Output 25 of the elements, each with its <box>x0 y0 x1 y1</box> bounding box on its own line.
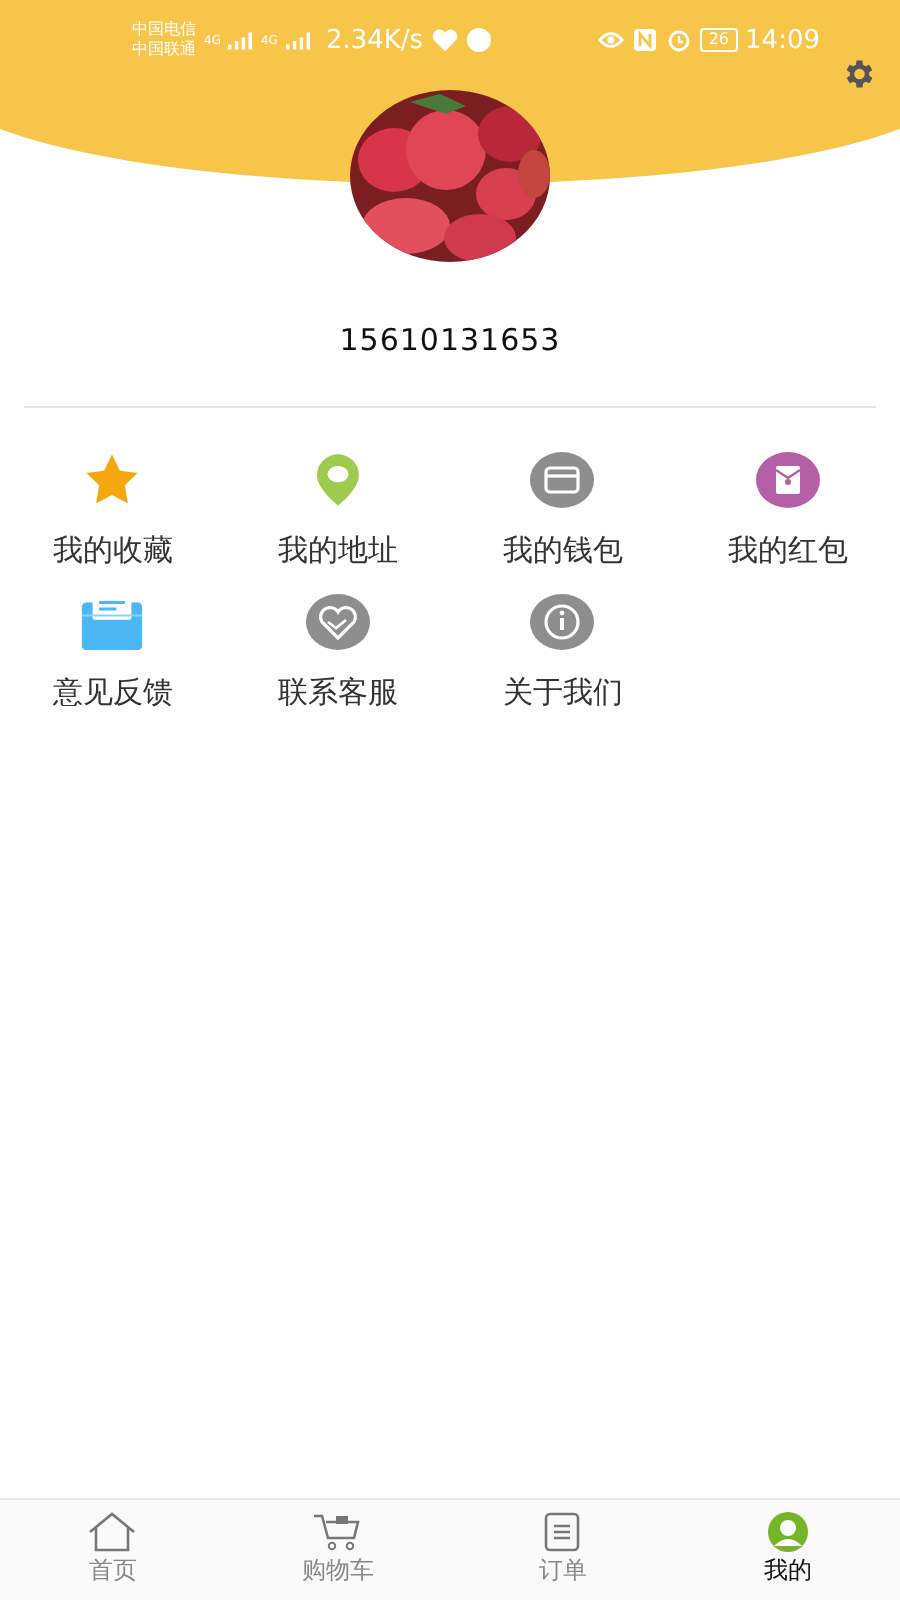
signal-icon <box>228 31 253 49</box>
info-icon <box>530 594 595 650</box>
menu-item[interactable]: 意见反馈 <box>0 594 225 712</box>
home-icon <box>86 1512 139 1552</box>
menu-item[interactable]: 我的红包 <box>675 452 900 570</box>
alarm-icon <box>666 28 693 52</box>
menu-item[interactable]: 我的钱包 <box>450 452 675 570</box>
menu-item[interactable]: 关于我们 <box>450 594 675 712</box>
carrier-name: 中国电信 <box>132 20 196 40</box>
menu-item[interactable]: 我的收藏 <box>0 452 225 570</box>
clock-time: 14:09 <box>745 25 820 55</box>
phone-number: 15610131653 <box>337 322 563 358</box>
eye-icon <box>598 28 625 52</box>
network-speed: 2.34K/s <box>325 25 424 55</box>
cart-icon <box>311 1512 364 1552</box>
battery-level: 26 <box>700 28 738 52</box>
menu-item[interactable]: 我的地址 <box>225 452 450 570</box>
signal-icon <box>285 31 310 49</box>
heart-icon <box>431 28 458 52</box>
carrier-name: 中国联通 <box>132 40 196 60</box>
nfc-icon <box>632 28 659 52</box>
wallet-icon <box>530 452 595 508</box>
menu-item[interactable]: 联系客服 <box>225 594 450 712</box>
envelope-icon <box>755 452 820 508</box>
tab-item[interactable]: 我的 <box>675 1500 900 1600</box>
